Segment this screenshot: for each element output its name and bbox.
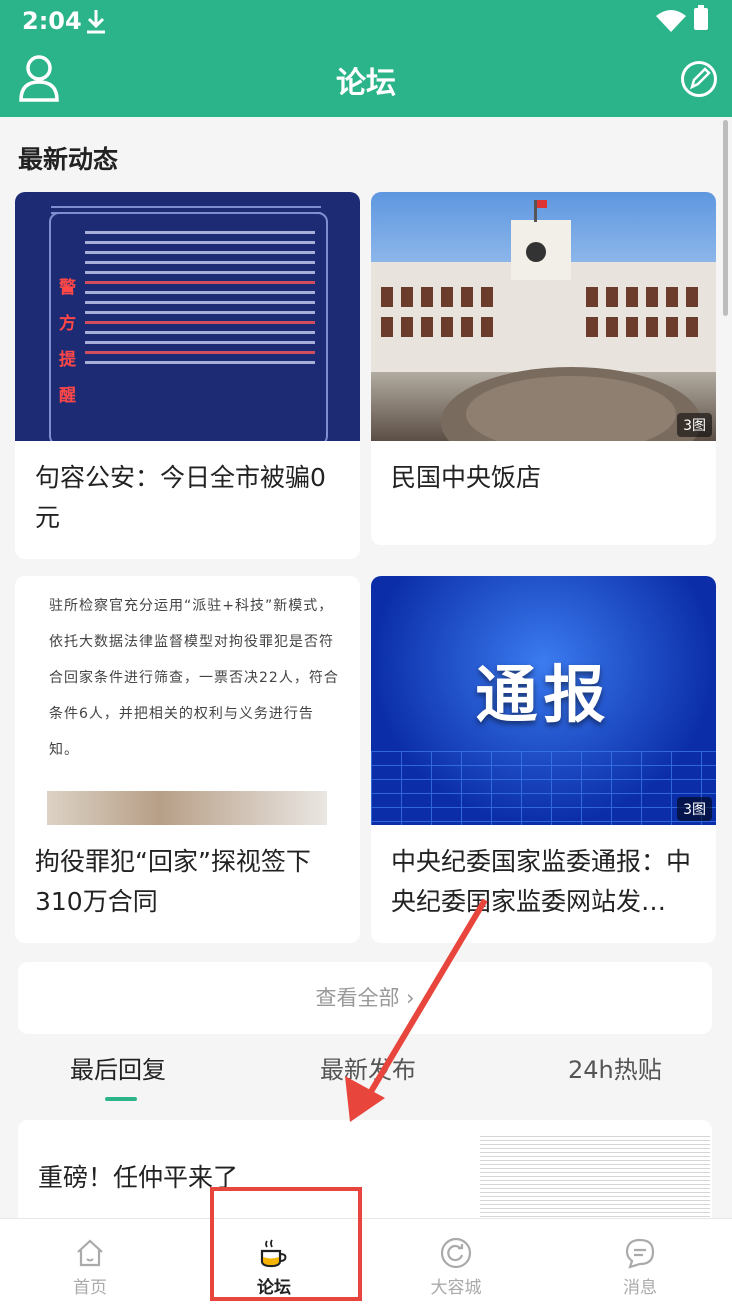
tab-24h-hot[interactable]: 24h热贴 [568, 1050, 662, 1085]
wifi-icon [656, 10, 686, 32]
card-image: 通报 3图 [371, 576, 716, 825]
battery-icon [694, 5, 708, 30]
card-image: 警 方 提 醒 [15, 192, 360, 441]
view-all-button[interactable]: 查看全部 › [18, 962, 712, 1034]
card-title: 民国中央饭店 [391, 463, 542, 492]
bottom-navigation: 首页 论坛 大容城 消息 [0, 1218, 732, 1305]
card-image: 3图 [371, 192, 716, 441]
home-icon [77, 1239, 103, 1267]
tab-last-reply[interactable]: 最后回复 [70, 1050, 166, 1085]
police-reminder-text: 警 方 提 醒 [59, 278, 76, 406]
card-image-text: 驻所检察官充分运用“派驻+科技”新模式，依托大数据法律监督模型对拘役罪犯是否符合… [49, 598, 339, 758]
annotation-highlight-box [210, 1187, 362, 1301]
card-title: 中央纪委国家监委通报：中央纪委国家监委网站发… [391, 847, 692, 916]
image-count-badge: 3图 [677, 797, 712, 821]
news-card[interactable]: 警 方 提 醒 句容公安：今日全市被骗0元 [15, 192, 360, 559]
nav-home[interactable]: 首页 [30, 1219, 150, 1305]
scroll-indicator[interactable] [723, 120, 728, 316]
card-title: 拘役罪犯“回家”探视签下310万合同 [35, 847, 311, 916]
room-photo-strip [47, 791, 327, 825]
status-bar: 2:04 [0, 0, 732, 40]
report-title-graphic: 通报 [475, 658, 612, 731]
news-card[interactable]: 驻所检察官充分运用“派驻+科技”新模式，依托大数据法律监督模型对拘役罪犯是否符合… [15, 576, 360, 943]
app-header: 2:04 论坛 [0, 0, 732, 117]
tab-newest[interactable]: 最新发布 [320, 1050, 416, 1085]
section-title: 最新动态 [18, 145, 119, 174]
hotel-building-photo [371, 200, 716, 441]
active-tab-indicator [105, 1097, 137, 1101]
status-time: 2:04 [22, 7, 82, 35]
compose-icon[interactable] [680, 60, 718, 98]
news-card[interactable]: 通报 3图 中央纪委国家监委通报：中央纪委国家监委网站发… [371, 576, 716, 943]
card-image: 驻所检察官充分运用“派驻+科技”新模式，依托大数据法律监督模型对拘役罪犯是否符合… [15, 576, 360, 825]
card-title: 句容公安：今日全市被骗0元 [35, 463, 326, 532]
download-icon [87, 10, 105, 34]
nav-messages[interactable]: 消息 [580, 1219, 700, 1305]
nav-darongcheng[interactable]: 大容城 [396, 1219, 516, 1305]
page-title: 论坛 [336, 66, 396, 101]
news-card[interactable]: 3图 民国中央饭店 [371, 192, 716, 545]
image-count-badge: 3图 [677, 413, 712, 437]
post-title: 重磅！任仲平来了 [38, 1163, 239, 1192]
refresh-circle-icon [440, 1237, 472, 1269]
chat-bubble-icon [625, 1238, 655, 1269]
